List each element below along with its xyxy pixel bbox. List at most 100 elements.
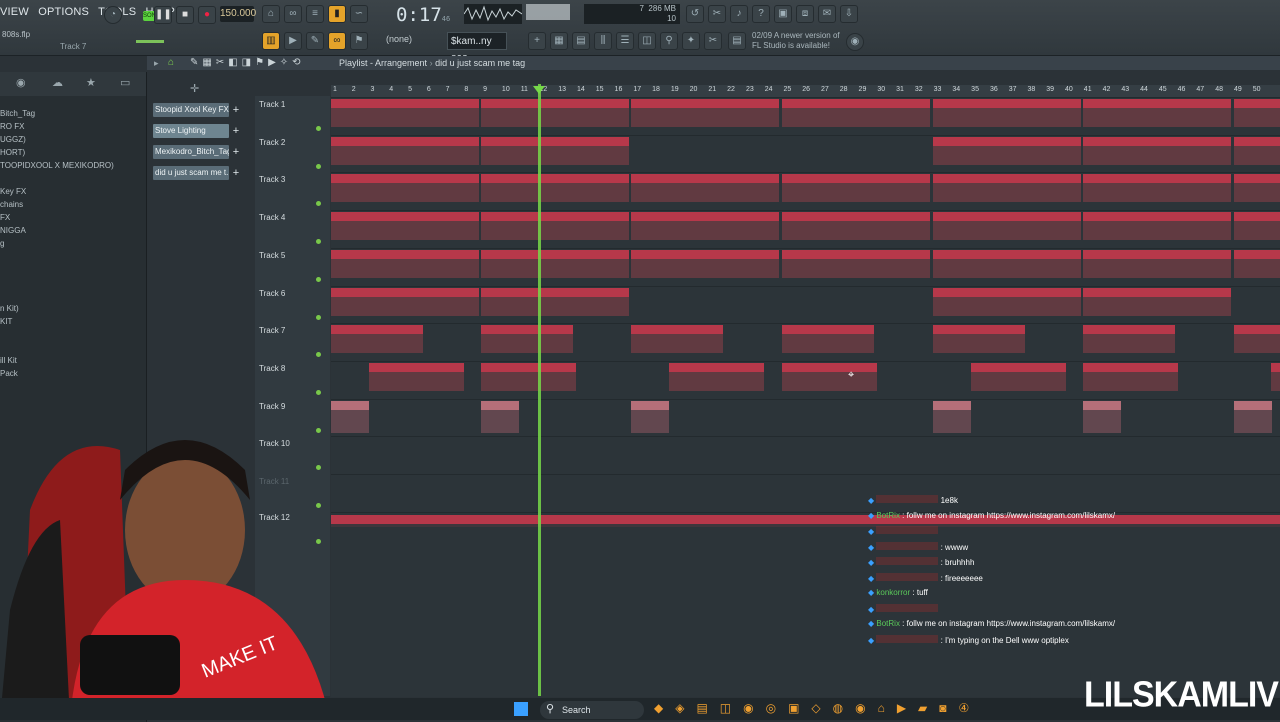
help-icon[interactable]: ? (752, 5, 770, 23)
playlist-clip[interactable]: MexikoDro HH (1) (1234, 212, 1280, 241)
browser-item[interactable] (0, 341, 146, 354)
plugin-icon[interactable]: ◫ (638, 32, 656, 50)
snap-icon[interactable]: ▥ (262, 32, 280, 50)
scissors-icon[interactable]: ✂ (704, 32, 722, 50)
playlist-clip[interactable]: Purity #3 (1083, 174, 1231, 203)
track-name[interactable]: Track 6 (259, 289, 285, 298)
track-name[interactable]: Track 8 (259, 364, 285, 373)
browser-item[interactable]: Pack (0, 367, 146, 380)
playlist-clip[interactable]: MexikoDro clap (2) (631, 249, 779, 278)
playlist-tools-icons[interactable]: ✎▦✂◧◨⚑▶✧⟲ (190, 57, 305, 68)
playlist-clip[interactable]: Purity (1083, 99, 1231, 127)
playhead-handle-icon[interactable] (533, 86, 545, 94)
playlist-clip[interactable]: MexikoDro HH (1) (631, 212, 779, 241)
playlist-clip[interactable]: Purity (782, 99, 930, 127)
playlist-clip[interactable]: Purity (631, 99, 779, 127)
playlist-clip[interactable]: MexikoDro clap (2) (782, 249, 930, 278)
chat-icon[interactable]: ✉ (818, 5, 836, 23)
track-name[interactable]: Track 3 (259, 175, 285, 184)
playlist-clip[interactable]: Stoopi...Key FX (631, 400, 669, 433)
playlist-clip[interactable]: Purity (331, 99, 479, 127)
playlist-clip[interactable]: Purity #3 (631, 174, 779, 203)
browser-item[interactable]: ill Kit (0, 354, 146, 367)
channel-button[interactable]: did u just scam me t... (153, 166, 229, 180)
stamp-icon[interactable]: ⚑ (350, 32, 368, 50)
track-name[interactable]: Track 4 (259, 213, 285, 222)
link-icon[interactable]: ∞ (328, 32, 346, 50)
playlist-clip[interactable]: $kam sony 808 (669, 362, 764, 391)
track-mute-led[interactable] (316, 352, 321, 358)
playlist-clip[interactable]: Purity #3 (331, 174, 479, 203)
playlist-clip[interactable]: MexikoDro HH (1) (782, 212, 930, 241)
cloud-icon[interactable]: ☁ (52, 76, 63, 89)
playlist-clip[interactable]: crash (2) used a lot (631, 325, 723, 354)
browser-item[interactable] (0, 263, 146, 276)
channel-rack-target-icon[interactable]: ✛ (190, 82, 199, 95)
channel-button[interactable]: Stove Lighting (153, 124, 229, 138)
master-pitch-slider[interactable] (136, 40, 164, 43)
tempo-tap-icon[interactable]: ⚲ (660, 32, 678, 50)
browser-item[interactable]: HORT) (0, 146, 146, 159)
playlist-clip[interactable]: crash (2) used a lot (1234, 325, 1280, 354)
playlist-clip[interactable]: Purity (1234, 99, 1280, 127)
playlist-clip[interactable]: $kam sony 808 (369, 362, 464, 391)
wait-input-icon[interactable]: ∞ (284, 5, 302, 23)
browser-item[interactable]: n Kit) (0, 302, 146, 315)
browser-item[interactable]: KIT (0, 315, 146, 328)
playlist-clip[interactable]: crash (2) used a lot (782, 325, 874, 354)
playlist-clip[interactable]: Purity #2 (481, 136, 629, 165)
browser-item[interactable]: TOOPIDXOOL X MEXIKODRO) (0, 159, 146, 172)
playlist-clip[interactable]: $kam sony 808 (971, 362, 1066, 391)
channel-add-icon[interactable]: + (231, 124, 241, 138)
playlist-clip[interactable]: MexikoDro chant (1) (481, 287, 629, 316)
playlist-clip[interactable]: Me...Tag (481, 400, 519, 433)
playlist-clip[interactable]: Sto...ting (933, 400, 971, 433)
browser-item[interactable] (0, 250, 146, 263)
browser-item[interactable] (0, 172, 146, 185)
playhead-marker[interactable] (538, 84, 541, 696)
playlist-clip[interactable]: Purity #3 (933, 174, 1081, 203)
pattern-select[interactable]: $kam..ny 808 (447, 32, 507, 65)
playlist-clip[interactable]: crash (2) used a lot (331, 325, 423, 354)
playlist-clip[interactable]: $kam sony 808 (1083, 362, 1178, 391)
browser-item[interactable]: Key FX (0, 185, 146, 198)
countdown-icon[interactable]: ≡ (306, 5, 324, 23)
playlist-clip[interactable]: Purity #2 (1083, 136, 1231, 165)
channel-button[interactable]: Stoopid Xool Key FX (153, 103, 229, 117)
playlist-clip[interactable]: MexikoDro clap (2) (933, 249, 1081, 278)
tempo-display[interactable]: 150.000 (220, 6, 256, 22)
playlist-clip[interactable]: Stoopi...Key FX (1234, 400, 1272, 433)
loop-record-icon[interactable]: ∽ (350, 5, 368, 23)
playlist-clip[interactable]: MexikoDro chant (1) (331, 287, 479, 316)
menu-options[interactable]: OPTIONS (38, 6, 89, 18)
update-notice[interactable]: 02/09 A newer version of FL Studio is av… (752, 31, 840, 51)
track-name[interactable]: Track 2 (259, 138, 285, 147)
record-button[interactable]: ● (198, 6, 216, 24)
playlist-clip[interactable]: crash (2) used a lot (1083, 325, 1175, 354)
playlist-clip[interactable]: crash (2) used a lot (481, 325, 573, 354)
playlist-clip[interactable]: Purity #3 (481, 174, 629, 203)
track-mute-led[interactable] (316, 389, 321, 395)
browser-item[interactable]: chains (0, 198, 146, 211)
playlist-clip[interactable]: MexikoDro clap (2) (481, 249, 629, 278)
channel-add-icon[interactable]: + (231, 103, 241, 117)
track-name[interactable]: Track 7 (259, 326, 285, 335)
browser-item[interactable] (0, 328, 146, 341)
browser-icon[interactable]: ☰ (616, 32, 634, 50)
track-mute-led[interactable] (316, 239, 321, 245)
mixer-button-icon[interactable]: ⫼ (594, 32, 612, 50)
taskbar-app-icons[interactable]: ◆◈▤◫◉◎▣◇◍◉⌂▶▰◙④ (654, 701, 981, 715)
playlist-clip[interactable]: MexikoDro clap (2) (1083, 249, 1231, 278)
snap-select[interactable]: (none) (386, 34, 412, 44)
playlist-clip[interactable]: MexikoDro HH (1) (1083, 212, 1231, 241)
pattern-add-icon[interactable]: + (528, 32, 546, 50)
track-mute-led[interactable] (316, 276, 321, 282)
mixer-icon[interactable]: ⧈ (796, 5, 814, 23)
timeline-ruler[interactable]: 1 2 3 4 5 6 7 8 9 10 11 12 13 14 15 16 17 18 19 20 21 22 23 24 2… (331, 85, 1280, 97)
folder-icon[interactable]: ▭ (120, 76, 130, 89)
playlist-clip[interactable]: $kam sony 808 (1271, 362, 1280, 391)
playlist-clip[interactable]: MexikoDro clap (2) (331, 249, 479, 278)
track-name[interactable]: Track 1 (259, 100, 285, 109)
online-icon[interactable]: ◉ (846, 33, 864, 51)
track-mute-led[interactable] (316, 314, 321, 320)
